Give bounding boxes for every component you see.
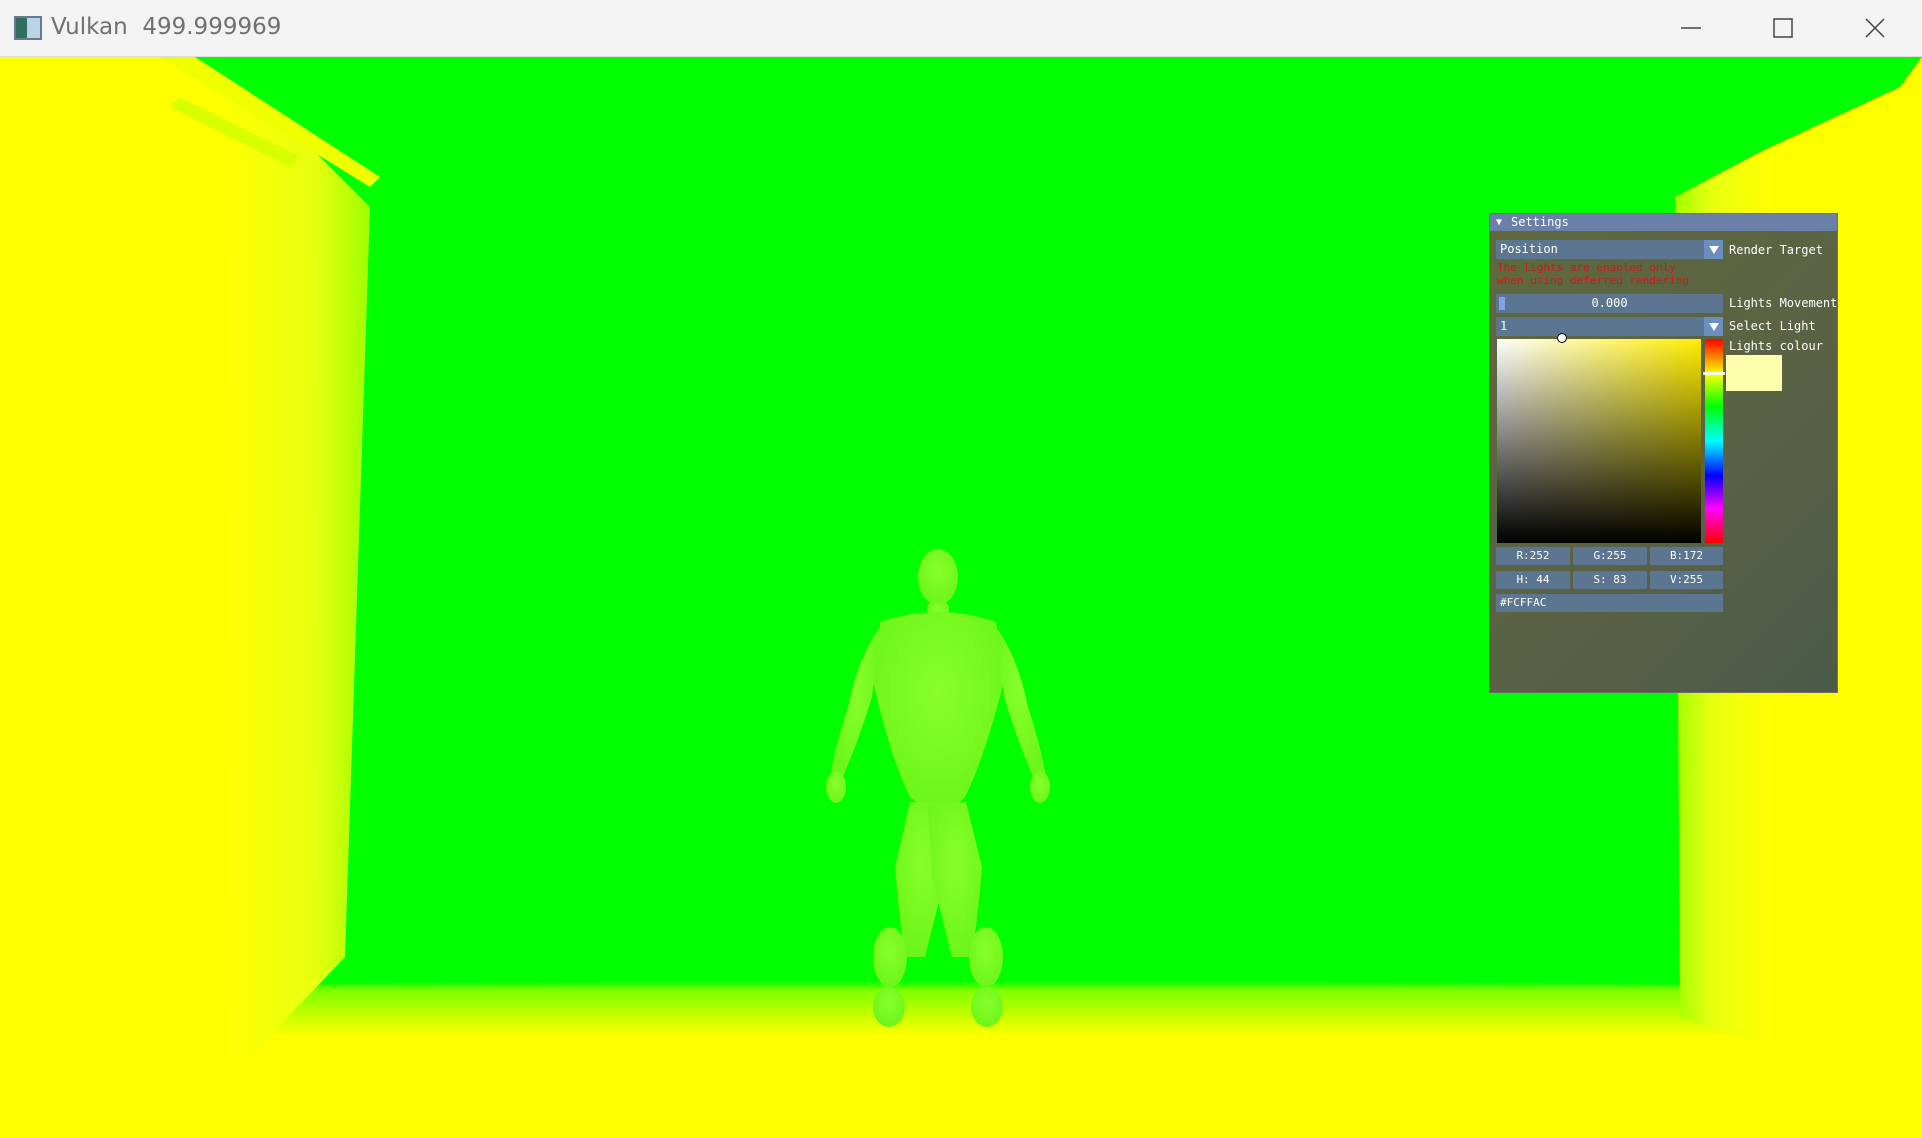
select-light-combo[interactable]: 1 [1496, 317, 1723, 336]
render-target-label: Render Target [1729, 243, 1823, 257]
saturation-value-picker[interactable] [1497, 333, 1701, 543]
maximize-icon [1773, 18, 1793, 38]
select-light-value: 1 [1500, 319, 1508, 333]
app-icon [14, 16, 42, 40]
title-bar: Vulkan 499.999969 [0, 0, 1922, 57]
settings-title: Settings [1511, 215, 1569, 229]
minimize-button[interactable] [1645, 0, 1735, 57]
colour-swatch[interactable] [1726, 355, 1782, 391]
hue-slider[interactable] [1703, 339, 1725, 543]
red-field[interactable]: R:252 [1496, 547, 1570, 565]
hex-field[interactable]: #FCFFAC [1496, 594, 1723, 612]
minimize-icon [1681, 27, 1701, 29]
render-target-value: Position [1500, 242, 1558, 256]
combo-arrow-icon[interactable] [1704, 240, 1723, 259]
saturation-field[interactable]: S: 83 [1573, 571, 1647, 589]
maximize-button[interactable] [1737, 0, 1827, 57]
character-model [826, 549, 1050, 1027]
collapse-triangle-icon[interactable]: ▼ [1496, 214, 1502, 231]
render-target-combo[interactable]: Position [1496, 240, 1723, 259]
close-icon [1865, 18, 1885, 38]
close-button[interactable] [1829, 0, 1919, 57]
blue-field[interactable]: B:172 [1650, 547, 1723, 565]
lights-movement-slider[interactable]: 0.000 [1496, 294, 1723, 313]
lights-colour-label: Lights colour [1729, 339, 1823, 353]
lights-movement-label: Lights Movement [1729, 296, 1838, 310]
lights-movement-value: 0.000 [1591, 296, 1628, 310]
green-field[interactable]: G:255 [1573, 547, 1647, 565]
deferred-warning: The lights are enabled only when using d… [1497, 261, 1690, 287]
window-title: Vulkan 499.999969 [51, 14, 282, 40]
hue-field[interactable]: H: 44 [1496, 571, 1570, 589]
value-field[interactable]: V:255 [1650, 571, 1723, 589]
hue-marker[interactable] [1703, 372, 1725, 375]
settings-header[interactable]: ▼ Settings [1490, 214, 1837, 231]
settings-panel: ▼ Settings Position Render Target The li… [1489, 213, 1838, 693]
select-light-label: Select Light [1729, 319, 1816, 333]
sv-picker-cursor[interactable] [1557, 333, 1567, 343]
combo-arrow-icon[interactable] [1704, 317, 1723, 336]
